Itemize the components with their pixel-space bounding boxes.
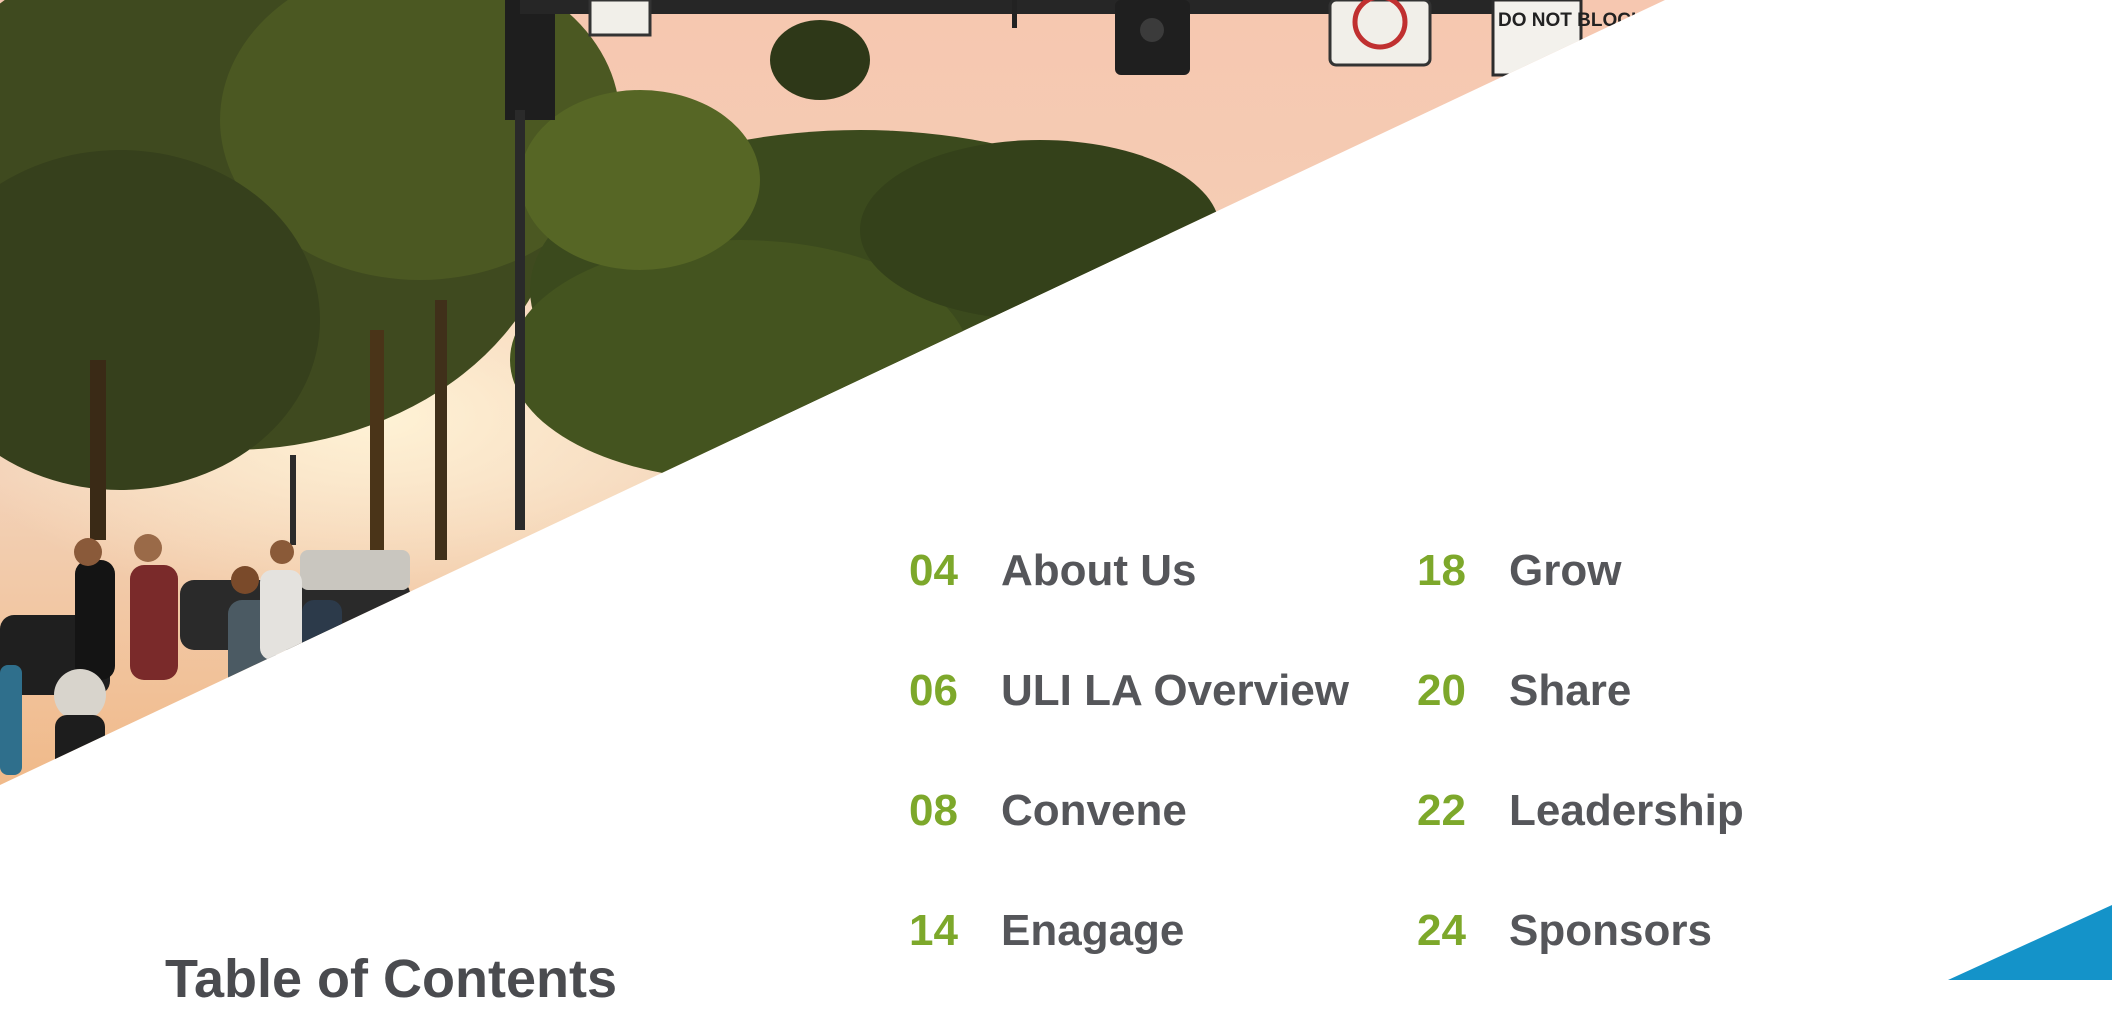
toc-entry-share[interactable]: 20 Share [1417, 666, 1631, 726]
toc-page-number: 18 [1417, 546, 1466, 595]
toc-label: Convene [1001, 786, 1187, 835]
toc-page-number: 04 [909, 546, 958, 595]
toc-page-number: 20 [1417, 666, 1466, 715]
toc-label: Grow [1509, 546, 1622, 595]
toc-entry-sponsors[interactable]: 24 Sponsors [1417, 906, 1712, 966]
toc-entry-uli-la-overview[interactable]: 06 ULI LA Overview [909, 666, 1349, 726]
toc-page-number: 24 [1417, 906, 1466, 955]
toc-entry-about-us[interactable]: 04 About Us [909, 546, 1197, 606]
toc-label: Sponsors [1509, 906, 1712, 955]
do-not-block-sign: DO NOT BLOCK [1498, 10, 1645, 31]
toc-page-number: 06 [909, 666, 958, 715]
toc-page-number: 08 [909, 786, 958, 835]
toc-entry-convene[interactable]: 08 Convene [909, 786, 1187, 846]
toc-label: Enagage [1001, 906, 1185, 955]
toc-label: Share [1509, 666, 1632, 715]
toc-label: Leadership [1509, 786, 1744, 835]
toc-page-number: 14 [909, 906, 958, 955]
toc-entry-engage[interactable]: 14 Enagage [909, 906, 1184, 966]
toc-label: ULI LA Overview [1001, 666, 1350, 715]
toc-label: About Us [1001, 546, 1197, 595]
toc-entry-grow[interactable]: 18 Grow [1417, 546, 1621, 606]
toc-page-number: 22 [1417, 786, 1466, 835]
page-title: Table of Contents [165, 949, 617, 1009]
toc-entry-leadership[interactable]: 22 Leadership [1417, 786, 1744, 846]
